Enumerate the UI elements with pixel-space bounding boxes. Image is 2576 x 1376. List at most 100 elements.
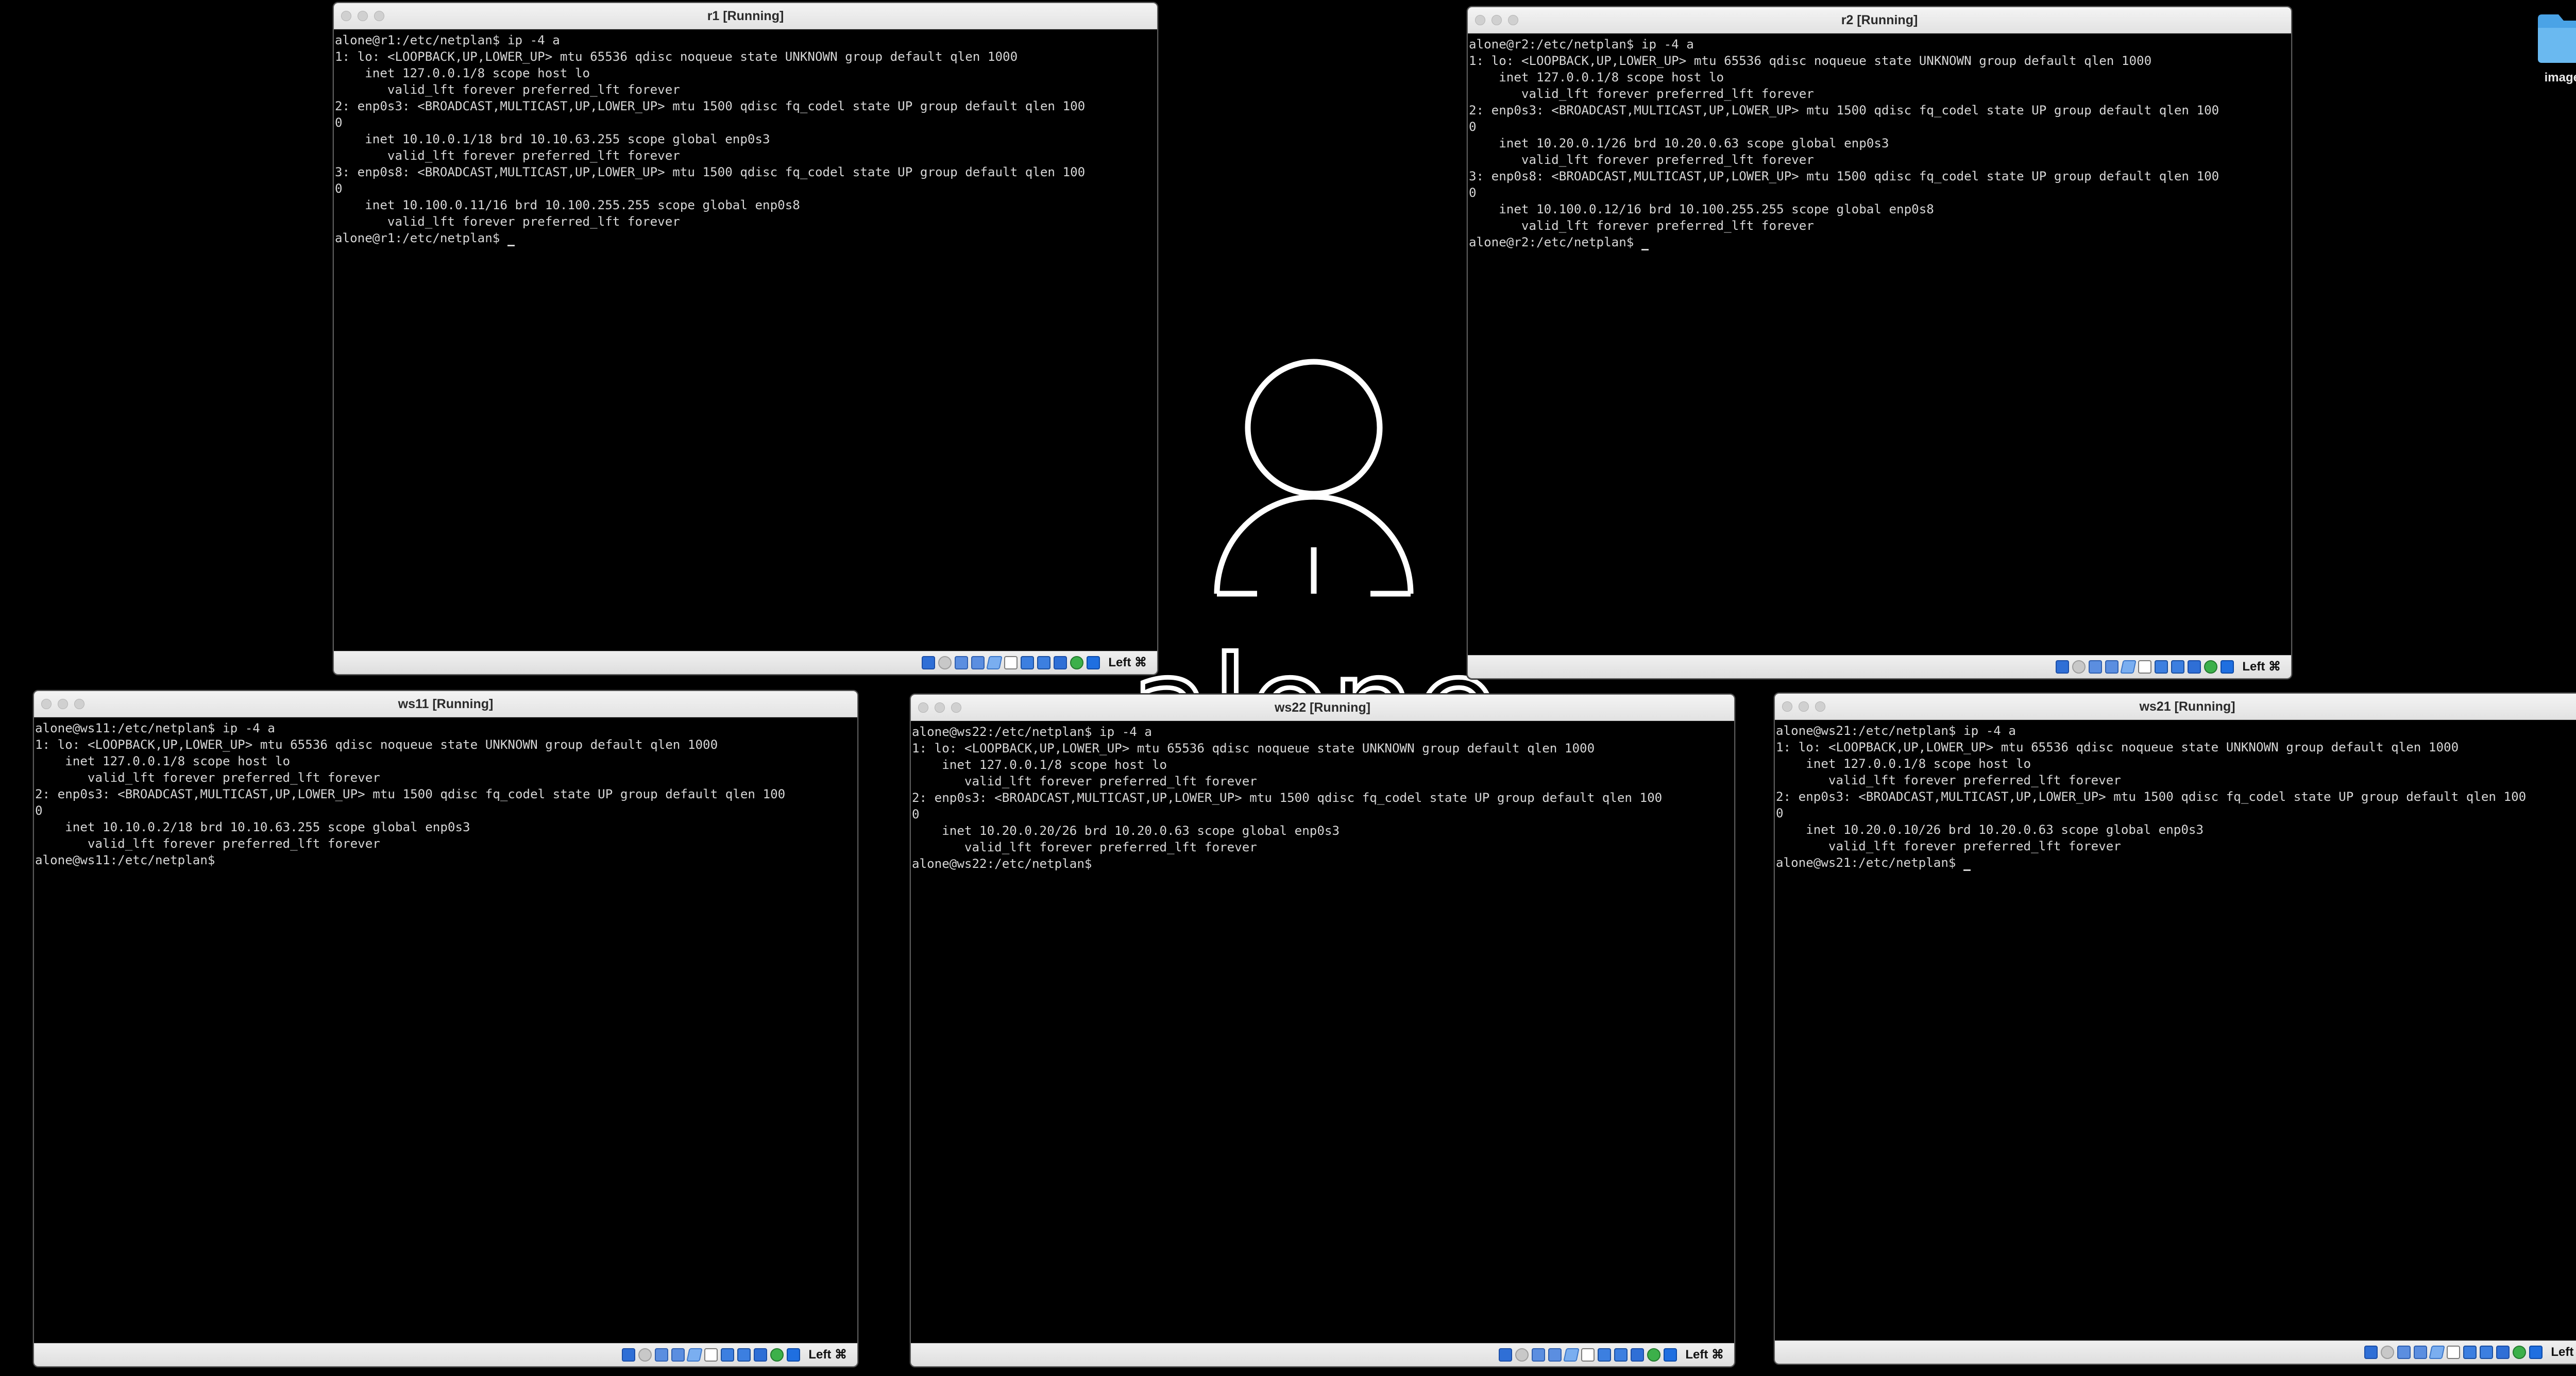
window-titlebar[interactable]: ws21 [Running] <box>1775 694 2576 720</box>
vm-window-ws22[interactable]: ws22 [Running] alone@ws22:/etc/netplan$ … <box>910 694 1735 1367</box>
vm-window-ws11[interactable]: ws11 [Running] alone@ws11:/etc/netplan$ … <box>33 690 858 1367</box>
terminal-line: alone@ws21:/etc/netplan$ ip -4 a <box>1776 724 2016 738</box>
terminal-line: 0 <box>1469 186 1477 200</box>
terminal-line: valid_lft forever preferred_lft forever <box>1776 773 2121 787</box>
display-icon[interactable] <box>1598 1348 1612 1362</box>
window-titlebar[interactable]: ws22 [Running] <box>911 695 1734 721</box>
mouse-integration-icon[interactable] <box>770 1348 784 1362</box>
mouse-integration-icon[interactable] <box>2204 660 2218 674</box>
video-capture-icon[interactable] <box>1614 1348 1628 1362</box>
terminal-output[interactable]: alone@ws21:/etc/netplan$ ip -4 a 1: lo: <… <box>1775 720 2576 1341</box>
recording-icon[interactable] <box>1054 656 1067 669</box>
terminal-output[interactable]: alone@r1:/etc/netplan$ ip -4 a 1: lo: <LO… <box>334 30 1157 651</box>
optical-drive-icon[interactable] <box>938 656 952 669</box>
usb-icon[interactable] <box>2120 660 2137 674</box>
usb-icon[interactable] <box>986 656 1003 669</box>
vm-window-ws21[interactable]: ws21 [Running] alone@ws21:/etc/netplan$ … <box>1774 693 2576 1365</box>
video-capture-icon[interactable] <box>2171 660 2185 674</box>
mouse-integration-icon[interactable] <box>2513 1345 2527 1359</box>
recording-icon[interactable] <box>754 1348 768 1362</box>
video-capture-icon[interactable] <box>2480 1345 2494 1359</box>
window-title: ws11 [Running] <box>398 697 494 711</box>
usb-icon[interactable] <box>686 1348 703 1362</box>
window-titlebar[interactable]: r2 [Running] <box>1468 7 2291 33</box>
keyboard-capture-icon[interactable] <box>1664 1348 1677 1362</box>
audio-icon[interactable] <box>1532 1348 1546 1362</box>
mouse-integration-icon[interactable] <box>1070 656 1084 669</box>
terminal-line: 0 <box>1776 806 1784 820</box>
folder-icon <box>2538 14 2576 63</box>
terminal-line: alone@r2:/etc/netplan$ ip -4 a <box>1469 37 1694 52</box>
shared-folder-icon[interactable] <box>2447 1345 2461 1359</box>
recording-icon[interactable] <box>2188 660 2201 674</box>
window-title: ws22 [Running] <box>1274 700 1371 715</box>
recording-icon[interactable] <box>2496 1345 2510 1359</box>
window-titlebar[interactable]: ws11 [Running] <box>34 691 857 717</box>
display-icon[interactable] <box>721 1348 735 1362</box>
text-cursor <box>507 233 515 246</box>
shared-folder-icon[interactable] <box>1004 656 1018 669</box>
terminal-output[interactable]: alone@ws11:/etc/netplan$ ip -4 a 1: lo: <… <box>34 718 857 1344</box>
terminal-line: 0 <box>335 115 343 130</box>
terminal-line: 0 <box>35 803 43 818</box>
vm-window-r1[interactable]: r1 [Running] alone@r1:/etc/netplan$ ip -… <box>333 2 1158 675</box>
optical-drive-icon[interactable] <box>638 1348 652 1362</box>
vm-window-r2[interactable]: r2 [Running] alone@r2:/etc/netplan$ ip -… <box>1467 6 2292 679</box>
hard-disk-icon[interactable] <box>2364 1345 2378 1359</box>
hard-disk-icon[interactable] <box>1499 1348 1513 1362</box>
host-key-label: Left ⌘ <box>1108 656 1147 669</box>
video-capture-icon[interactable] <box>1037 656 1051 669</box>
terminal-line: 2: enp0s3: <BROADCAST,MULTICAST,UP,LOWER… <box>1776 790 2527 804</box>
terminal-output[interactable]: alone@r2:/etc/netplan$ ip -4 a 1: lo: <LO… <box>1468 34 2291 656</box>
shared-folder-icon[interactable] <box>1581 1348 1595 1362</box>
audio-icon[interactable] <box>655 1348 669 1362</box>
optical-drive-icon[interactable] <box>2072 660 2086 674</box>
desktop-folder-images[interactable]: images <box>2527 9 2576 102</box>
terminal-line: inet 10.20.0.1/26 brd 10.20.0.63 scope g… <box>1469 136 1889 150</box>
folder-label: images <box>2544 71 2576 85</box>
terminal-line: 2: enp0s3: <BROADCAST,MULTICAST,UP,LOWER… <box>335 99 1086 113</box>
usb-icon[interactable] <box>1563 1348 1580 1362</box>
terminal-line: 3: enp0s8: <BROADCAST,MULTICAST,UP,LOWER… <box>335 165 1086 179</box>
text-cursor <box>1641 238 1649 250</box>
display-icon[interactable] <box>2463 1345 2477 1359</box>
audio-icon[interactable] <box>2089 660 2103 674</box>
keyboard-capture-icon[interactable] <box>787 1348 801 1362</box>
shared-folder-icon[interactable] <box>2138 660 2152 674</box>
recording-icon[interactable] <box>1631 1348 1645 1362</box>
optical-drive-icon[interactable] <box>1515 1348 1529 1362</box>
terminal-line: alone@ws11:/etc/netplan$ <box>35 853 215 867</box>
terminal-output[interactable]: alone@ws22:/etc/netplan$ ip -4 a 1: lo: <… <box>911 721 1734 1344</box>
network-icon[interactable] <box>2105 660 2119 674</box>
mouse-integration-icon[interactable] <box>1647 1348 1661 1362</box>
keyboard-capture-icon[interactable] <box>1087 656 1100 669</box>
terminal-line: inet 127.0.0.1/8 scope host lo <box>335 66 590 80</box>
terminal-line: alone@ws22:/etc/netplan$ ip -4 a <box>912 725 1152 739</box>
shared-folder-icon[interactable] <box>704 1348 718 1362</box>
keyboard-capture-icon[interactable] <box>2529 1345 2543 1359</box>
display-icon[interactable] <box>2155 660 2168 674</box>
network-icon[interactable] <box>671 1348 685 1362</box>
window-titlebar[interactable]: r1 [Running] <box>334 3 1157 29</box>
status-bar: Left ⌘ <box>334 651 1157 674</box>
hard-disk-icon[interactable] <box>2056 660 2070 674</box>
user-avatar-wallpaper <box>1200 356 1427 624</box>
network-icon[interactable] <box>1548 1348 1562 1362</box>
terminal-line: alone@r1:/etc/netplan$ <box>335 230 1156 246</box>
network-icon[interactable] <box>971 656 985 669</box>
video-capture-icon[interactable] <box>737 1348 751 1362</box>
hard-disk-icon[interactable] <box>622 1348 636 1362</box>
display-icon[interactable] <box>1021 656 1035 669</box>
terminal-line: 1: lo: <LOOPBACK,UP,LOWER_UP> mtu 65536 … <box>912 741 1595 756</box>
network-icon[interactable] <box>2414 1345 2428 1359</box>
audio-icon[interactable] <box>955 656 969 669</box>
keyboard-capture-icon[interactable] <box>2221 660 2234 674</box>
terminal-line: valid_lft forever preferred_lft forever <box>1776 839 2121 853</box>
hard-disk-icon[interactable] <box>922 656 936 669</box>
terminal-line: inet 10.20.0.20/26 brd 10.20.0.63 scope … <box>912 824 1340 838</box>
usb-icon[interactable] <box>2429 1345 2446 1359</box>
terminal-line: 0 <box>335 181 343 196</box>
optical-drive-icon[interactable] <box>2381 1345 2395 1359</box>
audio-icon[interactable] <box>2397 1345 2411 1359</box>
terminal-line: alone@r2:/etc/netplan$ <box>1469 234 2290 250</box>
